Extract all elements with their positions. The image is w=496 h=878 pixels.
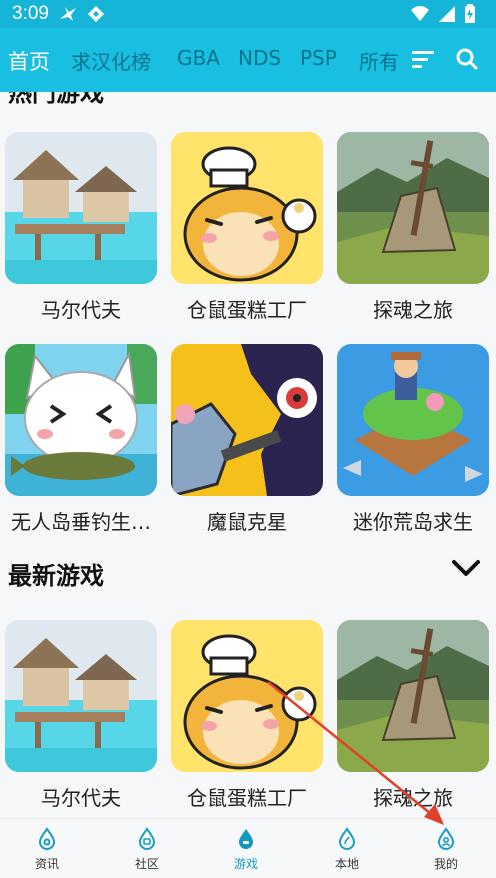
status-icons-left: [58, 4, 106, 24]
wifi-icon: [411, 6, 429, 21]
profile-icon: [437, 827, 455, 850]
nav-label: 游戏: [233, 857, 258, 871]
island-survival-art: [337, 344, 489, 496]
search-icon[interactable]: [452, 44, 482, 74]
rat-monster-art: [171, 344, 323, 496]
tab-nds[interactable]: NDS: [238, 46, 281, 70]
tabs-track: 首页 求汉化榜 GBA NDS PSP 所有: [0, 28, 400, 92]
maldives-art: [5, 132, 157, 284]
game-card-mini-island-survival[interactable]: 迷你荒岛求生: [337, 344, 489, 534]
status-time: 3:09: [12, 3, 49, 24]
nav-label: 资讯: [34, 857, 59, 871]
status-icons-right: [410, 4, 476, 24]
nav-item-news[interactable]: 资讯: [17, 827, 77, 872]
tab-gba[interactable]: GBA: [177, 46, 220, 70]
news-icon: [38, 827, 56, 850]
game-card-hamster-cake-latest[interactable]: 仓鼠蛋糕工厂: [171, 620, 323, 810]
maldives-art: [5, 620, 157, 772]
game-title: 探魂之旅: [373, 298, 453, 322]
sort-icon[interactable]: [408, 44, 438, 74]
game-card-island-fishing[interactable]: 无人岛垂钓生…: [5, 344, 157, 534]
hamster-chef-art: [171, 620, 323, 772]
latest-games-title: 最新游戏: [8, 562, 104, 590]
tab-translation-request[interactable]: 求汉化榜: [71, 46, 151, 75]
nav-label: 社区: [134, 857, 159, 871]
tab-psp[interactable]: PSP: [300, 46, 337, 70]
nav-item-community[interactable]: 社区: [117, 827, 177, 872]
nav-item-local[interactable]: 本地: [317, 827, 377, 872]
game-title: 无人岛垂钓生…: [11, 510, 151, 534]
game-title: 马尔代夫: [41, 786, 121, 810]
game-card-rat-buster[interactable]: 魔鼠克星: [171, 344, 323, 534]
signal-icon: [439, 6, 455, 22]
hamster-chef-art: [171, 132, 323, 284]
nav-label: 本地: [334, 857, 359, 871]
status-bar: 3:09: [0, 0, 496, 28]
sword-rock-art: [337, 620, 489, 772]
game-title: 马尔代夫: [41, 298, 121, 322]
category-tab-bar: 首页 求汉化榜 GBA NDS PSP 所有: [0, 28, 496, 92]
nav-item-profile[interactable]: 我的: [416, 827, 476, 872]
game-card-maldives[interactable]: 马尔代夫: [5, 132, 157, 322]
sword-rock-art: [337, 132, 489, 284]
game-title: 仓鼠蛋糕工厂: [187, 786, 307, 810]
game-title: 魔鼠克星: [207, 510, 287, 534]
local-icon: [338, 827, 356, 850]
nav-label: 我的: [433, 857, 458, 871]
game-card-hamster-cake[interactable]: 仓鼠蛋糕工厂: [171, 132, 323, 322]
game-list-scroll[interactable]: 热门游戏 马尔代夫 仓鼠蛋糕工厂 探魂之旅 无人岛垂钓生… 魔鼠克星 迷你荒岛求…: [0, 92, 496, 818]
tab-all[interactable]: 所有: [359, 46, 399, 75]
game-card-maldives-latest[interactable]: 马尔代夫: [5, 620, 157, 810]
game-title: 探魂之旅: [373, 786, 453, 810]
bird-icon: [60, 7, 76, 21]
nav-item-games[interactable]: 游戏: [216, 827, 276, 872]
game-card-soul-journey[interactable]: 探魂之旅: [337, 132, 489, 322]
game-title: 迷你荒岛求生: [353, 510, 473, 534]
tab-home[interactable]: 首页: [8, 46, 50, 76]
chevron-down-icon[interactable]: [450, 552, 482, 584]
game-card-soul-journey-latest[interactable]: 探魂之旅: [337, 620, 489, 810]
game-title: 仓鼠蛋糕工厂: [187, 298, 307, 322]
bottom-nav: 资讯 社区 游戏 本地 我的: [0, 818, 496, 878]
game-icon: [239, 829, 253, 849]
diamond-icon: [88, 6, 104, 22]
battery-icon: [465, 4, 475, 23]
community-icon: [138, 827, 156, 850]
cat-fishing-art: [5, 344, 157, 496]
hot-games-title: 热门游戏: [8, 92, 104, 107]
